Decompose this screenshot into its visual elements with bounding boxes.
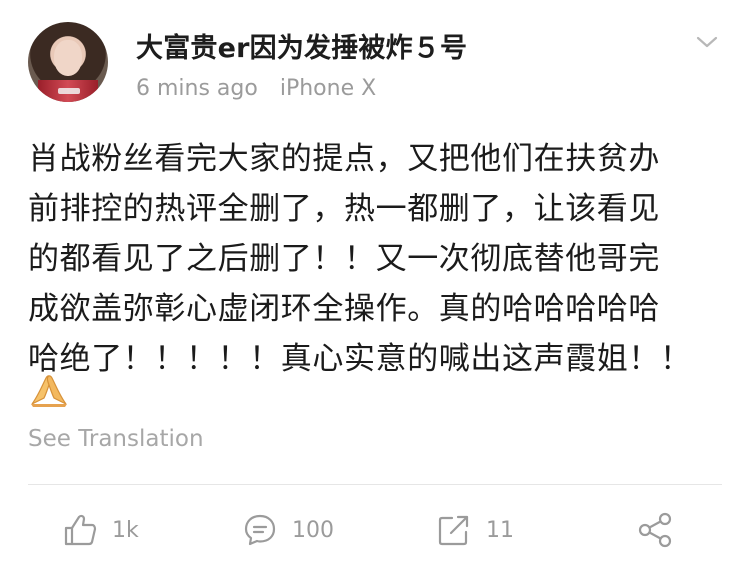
chevron-down-icon[interactable] bbox=[696, 34, 718, 50]
like-button[interactable]: 1k bbox=[62, 508, 139, 552]
post-meta: 6 mins ago iPhone X bbox=[136, 76, 376, 101]
post-text-line: 的都看见了之后删了！！又一次彻底替他哥完 bbox=[28, 241, 660, 277]
pray-hands-icon bbox=[28, 372, 70, 408]
post-text-line: 哈绝了！！！！！真心实意的喊出这声霞姐！！ bbox=[28, 341, 692, 377]
comment-count: 100 bbox=[292, 517, 334, 543]
like-count: 1k bbox=[112, 517, 139, 543]
comment-button[interactable]: 100 bbox=[242, 508, 334, 552]
avatar-watermark bbox=[58, 88, 80, 94]
thumbs-up-icon bbox=[62, 512, 98, 548]
post-time: 6 mins ago bbox=[136, 76, 258, 101]
share-button[interactable] bbox=[636, 508, 676, 552]
repost-button[interactable]: 11 bbox=[436, 508, 514, 552]
post-device: iPhone X bbox=[279, 76, 377, 101]
post-text-line: 成欲盖弥彰心虚闭环全操作。真的哈哈哈哈哈 bbox=[28, 291, 660, 327]
comment-icon bbox=[242, 512, 278, 548]
see-translation-link[interactable]: See Translation bbox=[28, 426, 204, 452]
share-icon bbox=[636, 510, 676, 550]
actions-divider bbox=[28, 484, 722, 485]
post-username[interactable]: 大富贵er因为发捶被炸５号 bbox=[136, 26, 467, 65]
avatar-face bbox=[54, 40, 82, 76]
post-avatar[interactable] bbox=[28, 22, 108, 102]
repost-icon bbox=[436, 512, 472, 548]
post-body: 肖战粉丝看完大家的提点，又把他们在扶贫办 前排控的热评全删了，热一都删了，让该看… bbox=[28, 134, 728, 384]
repost-count: 11 bbox=[486, 517, 514, 543]
post-text-line: 肖战粉丝看完大家的提点，又把他们在扶贫办 bbox=[28, 141, 660, 177]
post-text-line: 前排控的热评全删了，热一都删了，让该看见 bbox=[28, 191, 660, 227]
